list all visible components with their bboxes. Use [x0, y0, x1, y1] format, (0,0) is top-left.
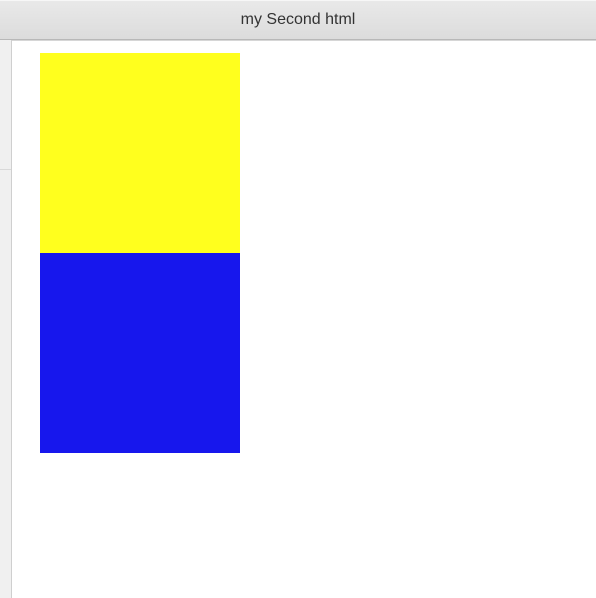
yellow-block: [40, 53, 240, 253]
blue-block: [40, 253, 240, 453]
left-gutter: [0, 40, 12, 598]
window-title: my Second html: [241, 11, 356, 29]
page-content: [12, 40, 596, 598]
window-titlebar[interactable]: my Second html: [0, 0, 596, 40]
gutter-divider: [0, 40, 11, 170]
main-region: [0, 40, 596, 598]
